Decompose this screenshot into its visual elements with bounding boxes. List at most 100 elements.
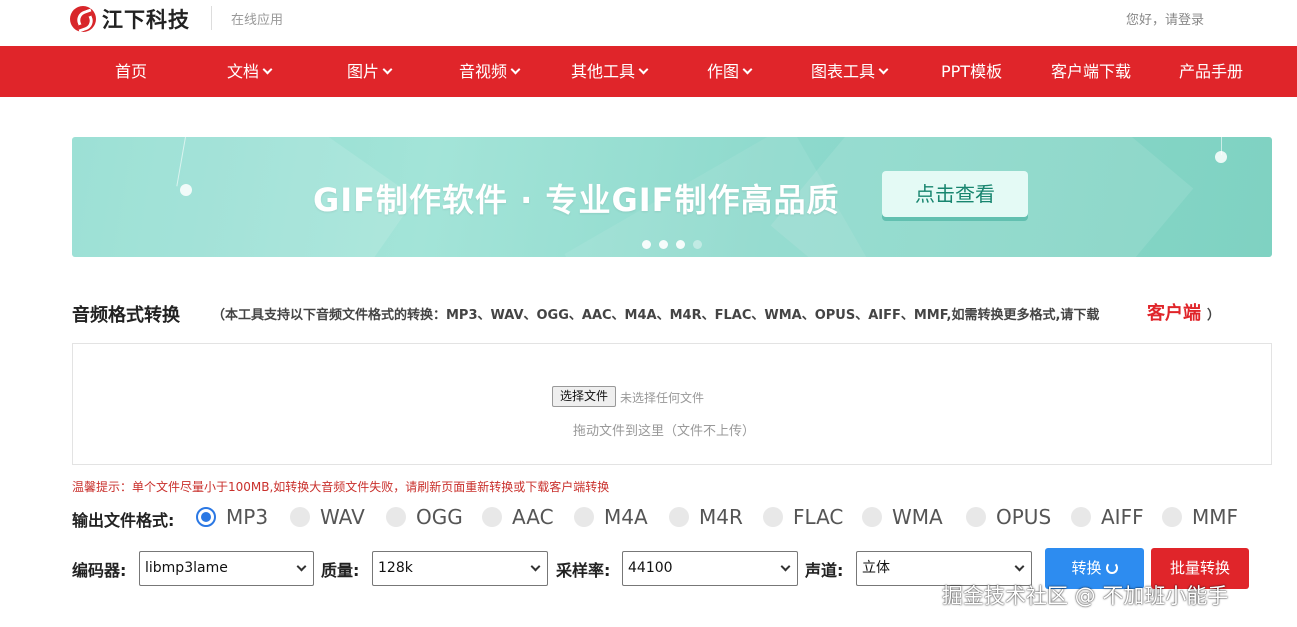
watermark: 掘金技术社区 @ 不加班小能手	[942, 584, 1229, 608]
chevron-down-icon	[638, 64, 649, 74]
nav-item-other-tools[interactable]: 其他工具	[571, 46, 649, 97]
radio-checked-icon	[196, 507, 216, 527]
chevron-down-icon	[878, 64, 889, 74]
nav-item-docs[interactable]: 文档	[227, 46, 273, 97]
format-radio-aiff[interactable]: AIFF	[1071, 504, 1144, 530]
format-label: MMF	[1192, 505, 1239, 529]
format-label: FLAC	[793, 505, 844, 529]
main-nav: 首页 文档 图片 音视频 其他工具 作图 图表工具 PPT模板 客户端下载 产品…	[0, 46, 1297, 97]
radio-icon	[290, 507, 310, 527]
quality-select[interactable]: 128k	[372, 551, 548, 586]
format-radio-m4r[interactable]: M4R	[669, 504, 743, 530]
nav-item-label: PPT模板	[941, 62, 1003, 81]
nav-item-label: 产品手册	[1179, 62, 1244, 81]
choose-file-button[interactable]: 选择文件	[552, 386, 616, 407]
nav-item-images[interactable]: 图片	[347, 46, 393, 97]
format-radio-flac[interactable]: FLAC	[763, 504, 843, 530]
format-radio-wav[interactable]: WAV	[290, 504, 365, 530]
format-radio-opus[interactable]: OPUS	[966, 504, 1051, 530]
nav-item-label: 首页	[115, 62, 148, 81]
convert-button-label: 转换	[1071, 559, 1102, 577]
brand-logo[interactable]: 江下科技	[70, 4, 190, 34]
quality-label: 质量:	[321, 561, 360, 580]
format-label: WMA	[892, 505, 943, 529]
nav-item-label: 作图	[707, 62, 740, 81]
format-label: WAV	[320, 505, 365, 529]
carousel-dot[interactable]	[642, 240, 651, 249]
radio-icon	[669, 507, 689, 527]
format-label: OGG	[416, 505, 463, 529]
chevron-down-icon	[296, 561, 307, 572]
chevron-down-icon	[530, 561, 541, 572]
nav-item-label: 图片	[347, 62, 380, 81]
logo-icon	[70, 6, 96, 32]
nav-item-manual[interactable]: 产品手册	[1179, 46, 1243, 97]
carousel-dot[interactable]	[659, 240, 668, 249]
banner-decoration	[180, 184, 192, 196]
warning-tip: 温馨提示：单个文件尽量小于100MB,如转换大音频文件失败，请刷新页面重新转换或…	[72, 480, 610, 494]
samplerate-label: 采样率:	[556, 561, 611, 580]
format-label: M4A	[604, 505, 648, 529]
quality-value: 128k	[378, 560, 413, 576]
encoder-label: 编码器:	[72, 561, 127, 580]
format-label: MP3	[226, 505, 269, 529]
carousel-indicators	[642, 240, 702, 249]
nav-item-label: 图表工具	[811, 62, 876, 81]
page-title: 音频格式转换	[72, 305, 180, 326]
client-download-link[interactable]: 客户端	[1147, 299, 1201, 325]
encoder-value: libmp3lame	[145, 560, 228, 576]
chevron-down-icon	[382, 64, 393, 74]
top-header: 江下科技 在线应用 您好，请登录	[0, 0, 1297, 46]
format-radio-m4a[interactable]: M4A	[574, 504, 648, 530]
nav-item-av[interactable]: 音视频	[459, 46, 521, 97]
banner-view-button[interactable]: 点击查看	[882, 171, 1028, 217]
refresh-icon	[1105, 562, 1118, 574]
file-drop-zone[interactable]: 选择文件 未选择任何文件 拖动文件到这里（文件不上传）	[72, 343, 1272, 465]
header-divider	[211, 6, 212, 30]
chevron-down-icon	[742, 64, 753, 74]
supported-formats-note: （本工具支持以下音频文件格式的转换：MP3、WAV、OGG、AAC、M4A、M4…	[212, 308, 1100, 323]
chevron-down-icon	[262, 64, 273, 74]
brand-name: 江下科技	[102, 8, 190, 32]
chevron-down-icon	[510, 64, 521, 74]
format-label: OPUS	[996, 505, 1052, 529]
nav-item-home[interactable]: 首页	[115, 46, 147, 97]
format-label: AIFF	[1101, 505, 1144, 529]
carousel-dot[interactable]	[676, 240, 685, 249]
radio-icon	[862, 507, 882, 527]
drop-hint: 拖动文件到这里（文件不上传）	[573, 424, 756, 439]
nav-item-chart-tools[interactable]: 图表工具	[811, 46, 889, 97]
nav-item-client-download[interactable]: 客户端下载	[1051, 46, 1131, 97]
radio-icon	[386, 507, 406, 527]
radio-icon	[763, 507, 783, 527]
radio-icon	[1071, 507, 1091, 527]
format-radio-aac[interactable]: AAC	[482, 504, 554, 530]
output-format-label: 输出文件格式:	[72, 511, 175, 530]
nav-item-label: 文档	[227, 62, 260, 81]
format-label: M4R	[699, 505, 743, 529]
nav-item-drawing[interactable]: 作图	[707, 46, 753, 97]
samplerate-select[interactable]: 44100	[622, 551, 798, 586]
format-radio-mmf[interactable]: MMF	[1162, 504, 1238, 530]
encoder-select[interactable]: libmp3lame	[139, 551, 314, 586]
login-link[interactable]: 您好，请登录	[1126, 9, 1204, 28]
nav-item-label: 客户端下载	[1051, 62, 1132, 81]
header-subtitle: 在线应用	[231, 13, 284, 28]
format-radio-ogg[interactable]: OGG	[386, 504, 463, 530]
nav-item-label: 其他工具	[571, 62, 636, 81]
promo-banner[interactable]: GIF制作软件 · 专业GIF制作高品质 点击查看	[72, 137, 1272, 257]
radio-icon	[966, 507, 986, 527]
format-label: AAC	[512, 505, 554, 529]
chevron-down-icon	[1014, 561, 1025, 572]
samplerate-value: 44100	[628, 560, 673, 576]
note-close-paren: ）	[1207, 308, 1221, 323]
carousel-dot-active[interactable]	[693, 240, 702, 249]
format-radio-wma[interactable]: WMA	[862, 504, 943, 530]
format-radio-mp3[interactable]: MP3	[196, 504, 268, 530]
radio-icon	[574, 507, 594, 527]
channel-label: 声道:	[805, 561, 844, 580]
channel-value: 立体	[862, 560, 890, 576]
nav-item-ppt[interactable]: PPT模板	[941, 46, 1002, 97]
nav-item-label: 音视频	[459, 62, 508, 81]
banner-title: GIF制作软件 · 专业GIF制作高品质	[313, 181, 840, 219]
